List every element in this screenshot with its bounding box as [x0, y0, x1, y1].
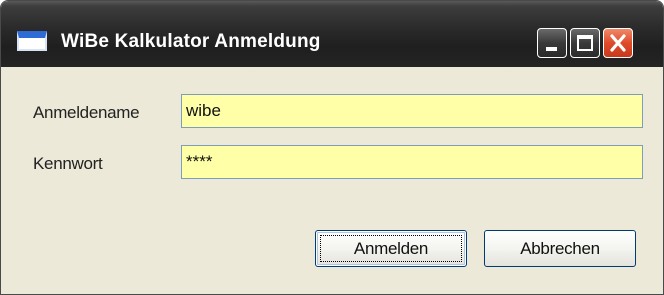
title-bar[interactable]: WiBe Kalkulator Anmeldung: [1, 1, 663, 67]
maximize-button[interactable]: [570, 28, 600, 58]
window-app-icon[interactable]: [17, 31, 47, 51]
window-title: WiBe Kalkulator Anmeldung: [61, 31, 321, 52]
close-icon: [610, 34, 626, 52]
username-field[interactable]: [181, 94, 643, 128]
close-button[interactable]: [603, 28, 633, 58]
username-label: Anmeldename: [33, 103, 140, 122]
password-label: Kennwort: [33, 154, 103, 173]
login-button[interactable]: Anmelden: [315, 230, 467, 267]
login-dialog: WiBe Kalkulator Anmeldung Anmeldename Ke…: [0, 0, 664, 295]
minimize-icon: [546, 47, 557, 51]
password-field[interactable]: [181, 145, 643, 179]
minimize-button[interactable]: [537, 28, 567, 58]
login-button-label: Anmelden: [353, 238, 429, 258]
dialog-body: Anmeldename Kennwort Anmelden Abbrechen: [5, 67, 659, 294]
cancel-button[interactable]: Abbrechen: [484, 230, 636, 267]
cancel-button-label: Abbrechen: [520, 238, 600, 258]
maximize-icon: [577, 35, 593, 51]
